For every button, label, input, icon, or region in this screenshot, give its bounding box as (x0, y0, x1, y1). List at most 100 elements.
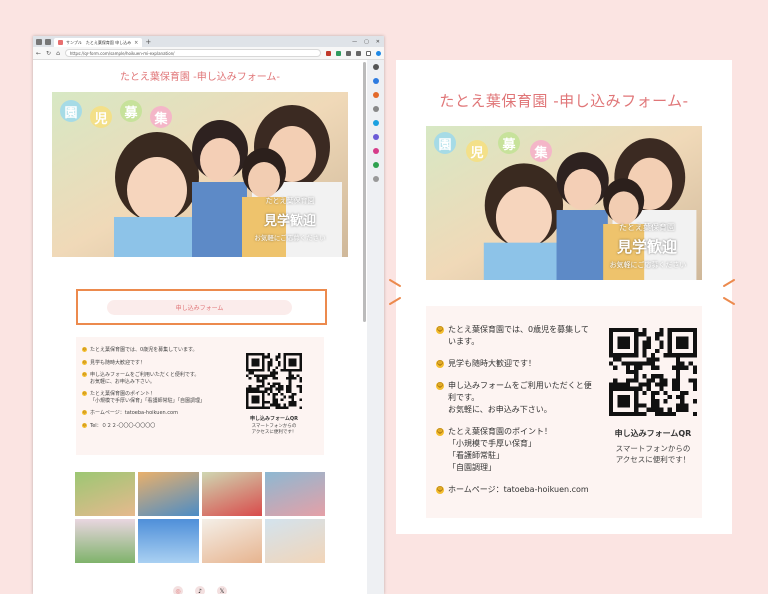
info-item: ☺ たとえ葉保育園では、0歳児を募集しています。 (82, 347, 232, 354)
gallery-photo[interactable] (264, 472, 325, 516)
sidebar-app-icon[interactable] (372, 120, 379, 126)
close-tab-icon[interactable]: × (134, 40, 138, 46)
address-bar: ← ↻ ⌂ https://qr-form.com/sample/hoikuen… (33, 47, 384, 60)
sidebar-app-icon[interactable] (372, 134, 379, 140)
scrollbar[interactable] (363, 62, 366, 322)
info-text: たとえ葉保育園では、0歳児を募集しています。 (448, 325, 589, 346)
new-tab-icon[interactable]: + (145, 38, 151, 46)
zoomed-preview: たとえ葉保育園 -申し込みフォーム- 園 児 募 集 たとえ葉保育園 見学歓迎 … (396, 60, 732, 534)
minimize-icon[interactable]: — (352, 39, 357, 45)
hero-bubble: 募 (120, 100, 142, 122)
page-viewport: たとえ葉保育園 -申し込みフォーム- 園 児 募 集 たとえ葉保育園 見学歓迎 … (33, 60, 367, 594)
smile-icon: ☺ (82, 422, 87, 428)
search-icon[interactable] (372, 64, 379, 70)
info-text: 見学も随時大歓迎です！ (90, 359, 146, 366)
smile-icon: ☺ (436, 326, 444, 334)
hero-bubble: 園 (434, 132, 456, 154)
info-text: Tel：０２２-〇〇〇-〇〇〇〇 (90, 422, 156, 429)
sidebar-app-icon[interactable] (372, 78, 379, 84)
info-text: たとえ葉保育園では、0歳児を募集しています。 (90, 347, 198, 353)
browser-sidebar (367, 60, 384, 594)
sidebar-app-icon[interactable] (372, 162, 379, 168)
smile-icon: ☺ (82, 391, 87, 396)
zoom-hero-sub: お気軽にご応募ください (609, 261, 687, 269)
qr-code[interactable] (609, 328, 697, 416)
info-text: 申し込みフォームをご利用いただくと便利です。 お気軽に、お申込み下さい。 (448, 381, 592, 414)
info-item: ☺ ホームページ：tatoeba-hoikuen.com (436, 484, 596, 496)
info-text: たとえ葉保育園のポイント！ 「小規模で手厚い保育」 「看護師常駐」 「自園調理」 (448, 427, 552, 472)
gallery-photo[interactable] (138, 472, 199, 516)
url-text: https://qr-form.com/sample/hoikuen-mi-ex… (69, 50, 175, 56)
profile-icon[interactable] (36, 38, 42, 45)
gallery-photo[interactable] (75, 519, 136, 563)
gallery-photo[interactable] (201, 519, 262, 563)
hero-headline: 見学歓迎 (263, 214, 316, 229)
favorites-icon[interactable] (346, 50, 351, 56)
smile-icon: ☺ (82, 410, 87, 415)
sidebar-app-icon[interactable] (372, 92, 379, 98)
hero-school: たとえ葉保育園 (265, 197, 315, 205)
gallery-photo[interactable] (264, 519, 325, 563)
more-menu-icon[interactable] (366, 50, 371, 56)
info-text: ホームページ：tatoeba-hoikuen.com (448, 485, 589, 494)
favicon-icon (58, 40, 63, 45)
zoom-title: たとえ葉保育園 -申し込みフォーム- (439, 92, 689, 110)
refresh-icon[interactable]: ↻ (46, 50, 51, 57)
gallery-photo[interactable] (75, 472, 136, 516)
browser-tab[interactable]: サンプル たとえ葉保育園 申し込み × (54, 38, 143, 47)
zoom-qr-block: 申し込みフォームQR スマートフォンからの アクセスに便利です！ (608, 328, 698, 465)
extension-icon[interactable] (336, 50, 341, 56)
smile-icon: ☺ (436, 382, 444, 390)
qr-code[interactable] (246, 353, 302, 409)
home-icon[interactable]: ⌂ (56, 50, 60, 57)
extension-icon[interactable] (326, 50, 331, 56)
x-icon[interactable]: 𝕏 (217, 586, 227, 594)
application-form-button[interactable]: 申し込みフォーム (107, 300, 292, 315)
hero-bubble: 募 (498, 132, 520, 154)
info-item: ☺ 見学も随時大歓迎です！ (82, 359, 232, 367)
sidebar-app-icon[interactable] (372, 148, 379, 154)
zoom-hero-headline: 見学歓迎 (616, 238, 677, 256)
hero-banner: 園 児 募 集 たとえ葉保育園 見学歓迎 お気軽にご応募ください (52, 92, 348, 257)
gallery-photo[interactable] (201, 472, 262, 516)
sidebar-app-icon[interactable] (372, 106, 379, 112)
instagram-icon[interactable]: ◎ (173, 586, 183, 594)
url-field[interactable]: https://qr-form.com/sample/hoikuen-mi-ex… (64, 49, 321, 57)
tab-bar: サンプル たとえ葉保育園 申し込み × + — ▢ ✕ (33, 36, 384, 47)
smile-icon: ☺ (436, 360, 444, 368)
zoom-qr-title: 申し込みフォームQR (614, 429, 692, 438)
tiktok-icon[interactable]: ♪ (195, 586, 205, 594)
browser-window: サンプル たとえ葉保育園 申し込み × + — ▢ ✕ ← ↻ ⌂ https:… (33, 36, 384, 594)
qr-caption: スマートフォンからの アクセスに便利です！ (251, 424, 297, 435)
info-text: 見学も随時大歓迎です！ (448, 359, 536, 368)
add-app-icon[interactable] (372, 176, 379, 182)
back-icon[interactable]: ← (36, 50, 41, 57)
zoom-marker-left (389, 279, 401, 305)
info-text: 申し込みフォームをご利用いただくと便利です。 お気軽に、お申込み下さい。 (90, 372, 200, 385)
photo-gallery (75, 472, 325, 563)
qr-title: 申し込みフォームQR (250, 416, 298, 422)
tab-title: サンプル たとえ葉保育園 申し込み (66, 39, 132, 45)
zoom-info-list: ☺ たとえ葉保育園では、0歳児を募集しています。 ☺ 見学も随時大歓迎です！ ☺ 申し… (436, 324, 596, 496)
info-item: ☺ Tel：０２２-〇〇〇-〇〇〇〇 (82, 422, 232, 430)
copilot-icon[interactable] (376, 50, 381, 56)
zoom-marker-right (723, 279, 735, 305)
zoom-hero-school: たとえ葉保育園 (619, 223, 675, 232)
social-links: ◎ ♪ 𝕏 (33, 586, 367, 594)
info-item: ☺ たとえ葉保育園では、0歳児を募集しています。 (436, 324, 596, 348)
info-card: ☺ たとえ葉保育園では、0歳児を募集しています。 ☺ 見学も随時大歓迎です！ ☺ 申し… (76, 337, 324, 455)
zoom-info-card: ☺ たとえ葉保育園では、0歳児を募集しています。 ☺ 見学も随時大歓迎です！ ☺ 申し… (426, 306, 702, 518)
hero-bubble: 集 (530, 140, 552, 162)
smile-icon: ☺ (82, 372, 87, 377)
info-item: ☺ ホームページ：tatoeba-hoikuen.com (82, 410, 232, 417)
close-window-icon[interactable]: ✕ (376, 39, 380, 45)
info-item: ☺ たとえ葉保育園のポイント！ 「小規模で手厚い保育」 「看護師常駐」 「自園調理… (436, 426, 596, 474)
info-item: ☺ 申し込みフォームをご利用いただくと便利です。 お気軽に、お申込み下さい。 (82, 372, 232, 385)
page-title: たとえ葉保育園 -申し込みフォーム- (119, 72, 281, 83)
workspaces-icon[interactable] (45, 38, 51, 45)
gallery-photo[interactable] (138, 519, 199, 563)
smile-icon: ☺ (82, 359, 87, 365)
maximize-icon[interactable]: ▢ (364, 39, 369, 45)
collections-icon[interactable] (356, 50, 361, 56)
hero-bubble: 園 (60, 100, 82, 122)
